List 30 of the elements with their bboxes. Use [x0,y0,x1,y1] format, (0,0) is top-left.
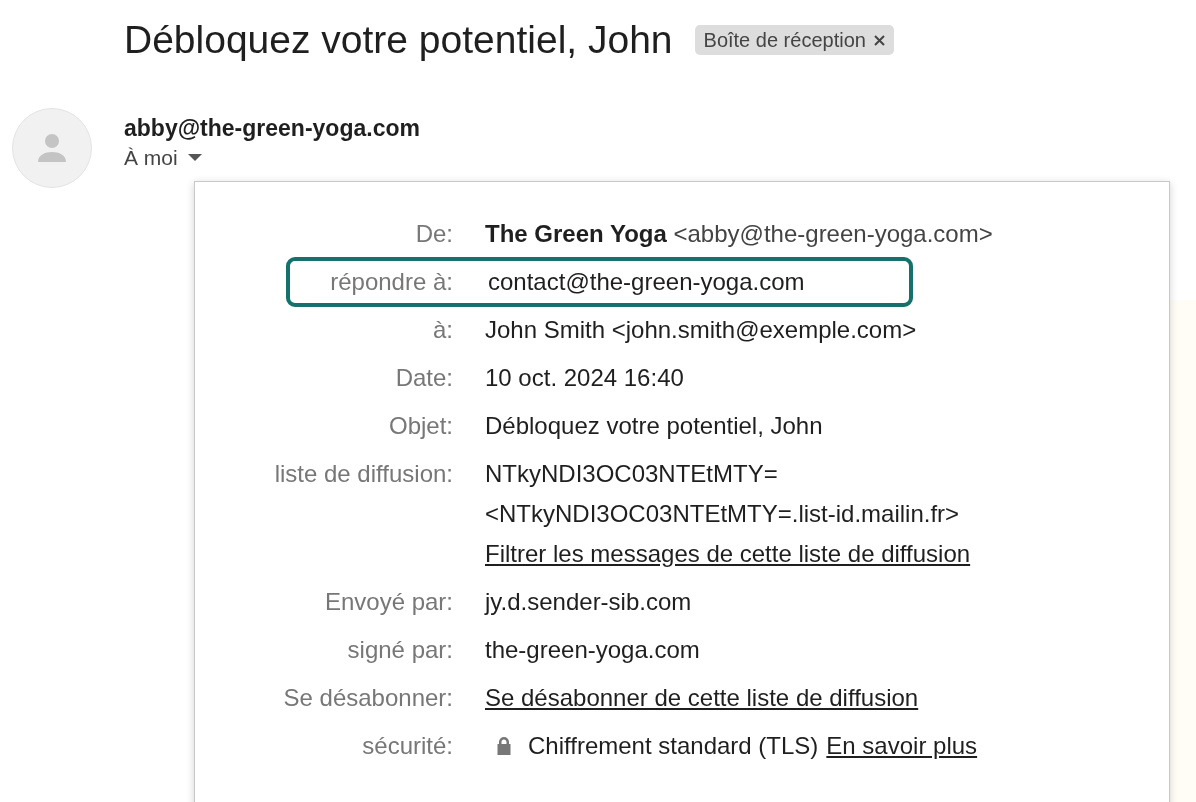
filter-link[interactable]: Filtrer les messages de cette liste de diffusion [485,540,971,567]
detail-value: Chiffrement standard (TLS) [528,731,819,761]
detail-label: liste de diffusion: [274,460,453,487]
detail-label: De: [415,220,453,247]
recipient-toggle[interactable]: À moi [124,143,202,173]
detail-label: signé par: [347,636,453,663]
label-chip: Boîte de réception [694,25,894,55]
learn-more-link[interactable]: En savoir plus [826,726,978,766]
detail-label: sécurité: [362,732,453,759]
sender-name: The Green Yoga [485,220,667,247]
unsubscribe-link[interactable]: Se désabonner de cette liste de diffusion [485,684,919,711]
detail-value: Débloquez votre potentiel, John [485,412,823,439]
detail-label: Date: [395,364,453,391]
detail-value: the-green-yoga.com [485,636,700,663]
detail-label: Objet: [388,412,453,439]
detail-value: John Smith <john.smith@exemple.com> [485,316,917,343]
detail-label: répondre à: [330,268,453,295]
detail-value: contact@the-green-yoga.com [488,268,805,295]
detail-value: jy.d.sender-sib.com [485,588,692,615]
close-icon[interactable] [873,34,885,46]
lock-icon [495,736,513,756]
detail-label: à: [433,316,453,343]
email-subject: Débloquez votre potentiel, John [124,17,673,63]
detail-value: 10 oct. 2024 16:40 [485,364,684,391]
detail-label: Se désabonner: [283,684,453,711]
sender-address: <abby@the-green-yoga.com> [673,220,993,247]
sender-email: abby@the-green-yoga.com [124,114,420,143]
detail-value: NTkyNDI3OC03NTEtMTY= <NTkyNDI3OC03NTEtMTY=.list-id.mailin.fr> [485,460,960,527]
detail-label: Envoyé par: [324,588,453,615]
person-icon [36,132,68,164]
